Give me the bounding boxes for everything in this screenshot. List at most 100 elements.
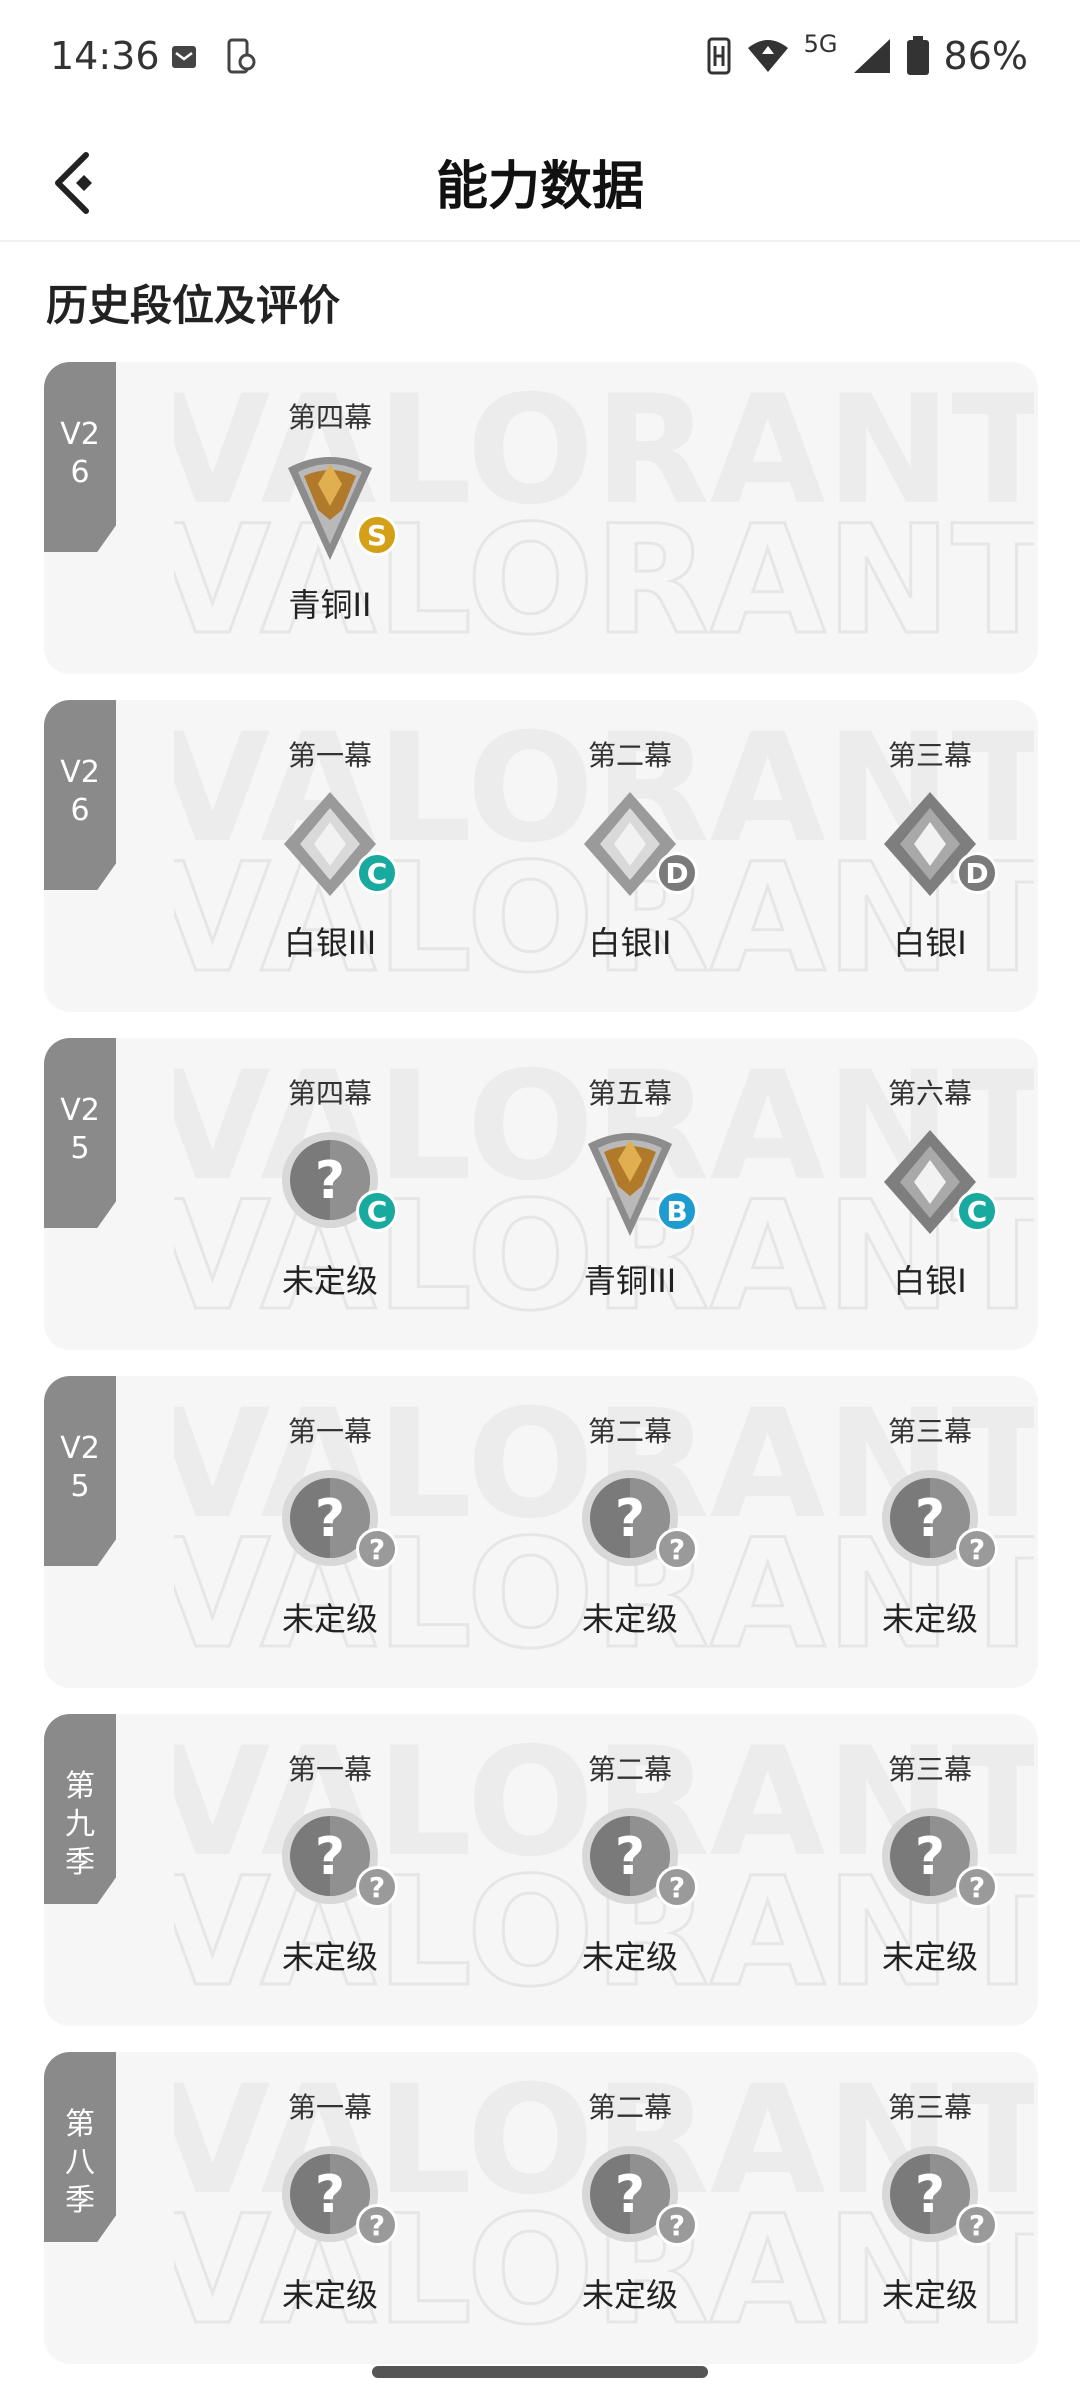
act-item[interactable]: 第一幕 C 白银III [220,738,440,964]
rank-badge: D [560,784,700,914]
act-title: 第四幕 [287,1077,372,1110]
grade-badge: D [956,852,998,894]
season-tag: V25 [44,1038,116,1228]
rank-name: 白银I [893,924,967,962]
rank-badge: ? C [260,1122,400,1252]
season-tag: 第八季 [44,2052,116,2242]
home-indicator[interactable] [372,2366,708,2378]
status-bar: 14:36 5G 86% [0,0,1080,120]
act-item[interactable]: 第一幕 ? ? 未定级 [220,2090,440,2316]
grade-badge: ? [656,1528,698,1570]
act-item[interactable]: 第六幕 C 白银I [820,1076,1038,1302]
nfc-icon [707,37,731,75]
act-item[interactable]: 第三幕 ? ? 未定级 [820,1414,1038,1640]
svg-text:?: ? [315,1151,345,1211]
act-item[interactable]: 第二幕 ? ? 未定级 [520,1752,740,1978]
svg-text:?: ? [315,1827,345,1887]
season-card: VALORANT VALORANT V25 第四幕 ? C 未定级 第五幕 B 青铜III 第… [44,1038,1038,1350]
act-item[interactable]: 第二幕 ? ? 未定级 [520,1414,740,1640]
act-title: 第二幕 [587,739,672,772]
act-title: 第二幕 [587,2091,672,2124]
rank-badge: C [260,784,400,914]
app-header: 能力数据 [0,120,1080,242]
grade-badge: ? [956,1528,998,1570]
svg-text:?: ? [615,1827,645,1887]
grade-badge: ? [956,1866,998,1908]
svg-text:?: ? [615,2165,645,2225]
act-title: 第三幕 [887,1415,972,1448]
rank-name: 白银II [588,924,672,962]
section-title: 历史段位及评价 [46,281,341,330]
act-title: 第三幕 [887,1753,972,1786]
signal-icon [853,39,890,73]
rank-badge: ? ? [560,1798,700,1928]
act-title: 第六幕 [887,1077,972,1110]
rank-name: 未定级 [881,2276,978,2314]
svg-text:?: ? [315,2165,345,2225]
season-card: VALORANT VALORANT V25 第一幕 ? ? 未定级 第二幕 ? ? 未定级第… [44,1376,1038,1688]
rank-name: 未定级 [281,1938,378,1976]
grade-badge: ? [356,1528,398,1570]
grade-badge: S [356,514,398,556]
act-item[interactable]: 第五幕 B 青铜III [520,1076,740,1302]
act-item[interactable]: 第二幕 D 白银II [520,738,740,964]
act-title: 第一幕 [287,739,372,772]
act-item[interactable]: 第二幕 ? ? 未定级 [520,2090,740,2316]
rank-name: 青铜III [583,1262,677,1300]
act-item[interactable]: 第四幕 S 青铜II [220,400,440,626]
rank-name: 未定级 [581,2276,678,2314]
season-tag: 第九季 [44,1714,116,1904]
act-title: 第三幕 [887,2091,972,2124]
season-tag-label: V25 [60,1431,100,1504]
season-tag-label: V25 [60,1093,100,1166]
grade-badge: B [656,1190,698,1232]
grade-badge: ? [356,1866,398,1908]
rank-name: 未定级 [281,2276,378,2314]
act-item[interactable]: 第一幕 ? ? 未定级 [220,1414,440,1640]
rank-name: 白银III [283,924,377,962]
rank-badge: D [860,784,1000,914]
act-title: 第四幕 [287,401,372,434]
season-tag: V25 [44,1376,116,1566]
svg-text:?: ? [915,1827,945,1887]
rank-name: 未定级 [581,1600,678,1638]
act-title: 第五幕 [587,1077,672,1110]
grade-badge: C [356,1190,398,1232]
act-item[interactable]: 第三幕 D 白银I [820,738,1038,964]
rank-badge: ? ? [860,1798,1000,1928]
rank-name: 未定级 [881,1938,978,1976]
grade-badge: ? [956,2204,998,2246]
rank-badge: C [860,1122,1000,1252]
page-title: 能力数据 [435,157,644,217]
season-tag-label: 第九季 [65,1769,95,1880]
act-item[interactable]: 第三幕 ? ? 未定级 [820,1752,1038,1978]
season-card: VALORANT VALORANT V26 第四幕 S 青铜II [44,362,1038,674]
act-item[interactable]: 第三幕 ? ? 未定级 [820,2090,1038,2316]
rank-badge: ? ? [260,2136,400,2266]
season-card: VALORANT VALORANT 第九季 第一幕 ? ? 未定级 第二幕 ? ? 未定级第… [44,1714,1038,2026]
battery-percent: 86% [943,34,1028,78]
grade-badge: ? [656,2204,698,2246]
act-item[interactable]: 第四幕 ? C 未定级 [220,1076,440,1302]
rank-badge: S [260,446,400,576]
rank-badge: ? ? [560,2136,700,2266]
svg-text:?: ? [915,1489,945,1549]
status-time: 14:36 [50,34,160,78]
rank-name: 青铜II [288,586,372,624]
grade-badge: D [656,852,698,894]
season-tag-label: V26 [60,417,100,490]
rank-badge: ? ? [860,1460,1000,1590]
svg-text:?: ? [315,1489,345,1549]
sync-icon [227,38,256,74]
grade-badge: ? [656,1866,698,1908]
season-card: VALORANT VALORANT 第八季 第一幕 ? ? 未定级 第二幕 ? ? 未定级第… [44,2052,1038,2364]
grade-badge: C [356,852,398,894]
status-right: 5G 86% [706,30,1028,78]
act-item[interactable]: 第一幕 ? ? 未定级 [220,1752,440,1978]
act-title: 第一幕 [287,1753,372,1786]
grade-badge: ? [356,2204,398,2246]
season-card: VALORANT VALORANT V26 第一幕 C 白银III 第二幕 D 白银II 第三… [44,700,1038,1012]
svg-text:?: ? [915,2165,945,2225]
battery-icon [906,36,929,75]
act-title: 第二幕 [587,1415,672,1448]
